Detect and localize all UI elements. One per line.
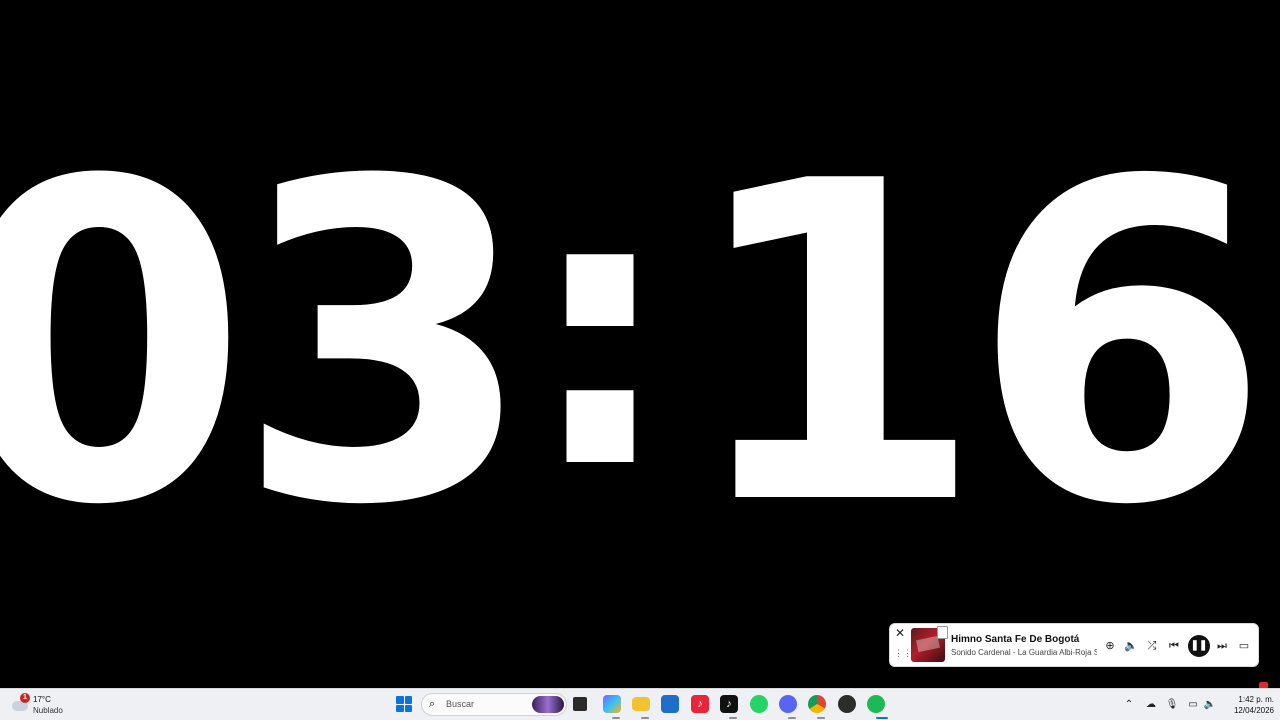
chevron-up-icon[interactable]: ⌃ [1122,698,1136,712]
network-icon[interactable]: ☁ [1144,698,1158,712]
chrome-icon[interactable] [808,695,826,713]
search-placeholder: Buscar [446,699,475,709]
weather-alert-badge: 1 [20,693,30,703]
media-mini-player: ✕ ⋮⋮ Himno Santa Fe De Bogotá Sonido Car… [889,623,1259,667]
task-view-icon[interactable] [573,697,587,711]
taskbar-search[interactable]: ⌕ Buscar [421,693,567,716]
start-button[interactable] [396,696,412,712]
taskbar: 1 17°C Nublado ⌕ Buscar ♪ ♪ ⌃ ☁ 🎙 ▭ 🔈 1:… [0,688,1280,720]
timer-seconds-ones: 6 [971,89,1271,601]
display-icon[interactable]: ▭ [1186,698,1200,712]
microsoft-store-icon[interactable] [661,695,679,713]
pause-button[interactable]: ❚❚ [1188,635,1210,657]
countdown-timer: 0 3 : 1 6 [0,125,1271,565]
running-indicator-active [876,717,888,719]
spotify-icon[interactable] [867,695,885,713]
running-indicator [641,717,649,719]
timer-seconds-tens: 1 [684,89,985,601]
shuffle-icon[interactable]: ⤮ [1144,638,1160,654]
weather-temperature: 17°C [33,695,51,704]
weather-condition: Nublado [33,706,63,715]
next-track-icon[interactable]: ⏭ [1214,638,1230,654]
file-explorer-icon[interactable] [632,697,650,711]
running-indicator [788,717,796,719]
microphone-icon[interactable]: 🎙 [1165,698,1179,712]
running-indicator [612,717,620,719]
weather-widget[interactable]: 1 17°C Nublado [12,693,92,717]
whatsapp-icon[interactable] [750,695,768,713]
volume-icon[interactable]: 🔈 [1123,638,1139,654]
tiktok-icon[interactable]: ♪ [720,695,738,713]
dark-app-icon[interactable] [838,695,856,713]
tiktok-studio-icon[interactable]: ♪ [691,695,709,713]
search-icon: ⌕ [429,698,436,710]
timer-minutes-tens: 0 [0,125,249,565]
timer-minutes-ones: 3 [234,89,535,601]
add-to-library-icon[interactable]: ⊕ [1102,638,1118,654]
search-highlight-image [532,696,564,713]
taskbar-clock[interactable]: 1:42 p. m. 12/04/2026 [1218,694,1274,716]
track-artist: Sonido Cardenal - La Guardia Albi-Roja S… [951,648,1097,657]
app-badge-icon [937,626,948,639]
timer-separator: : [524,109,676,552]
clock-date: 12/04/2026 [1233,706,1274,715]
miniplayer-icon[interactable]: ▭ [1236,638,1252,654]
copilot-icon[interactable] [603,695,621,713]
clock-time: 1:42 p. m. [1238,695,1274,704]
drag-handle-icon[interactable]: ⋮⋮ [894,649,912,662]
close-icon[interactable]: ✕ [893,626,907,640]
track-title: Himno Santa Fe De Bogotá [951,634,1080,645]
running-indicator [729,717,737,719]
discord-icon[interactable] [779,695,797,713]
desktop-screen: 0 3 : 1 6 ✕ ⋮⋮ Himno Santa Fe De Bogotá … [0,0,1280,720]
previous-track-icon[interactable]: ⏮ [1166,638,1182,654]
running-indicator [817,717,825,719]
volume-icon[interactable]: 🔈 [1203,698,1217,712]
windows-logo-icon [396,696,404,704]
